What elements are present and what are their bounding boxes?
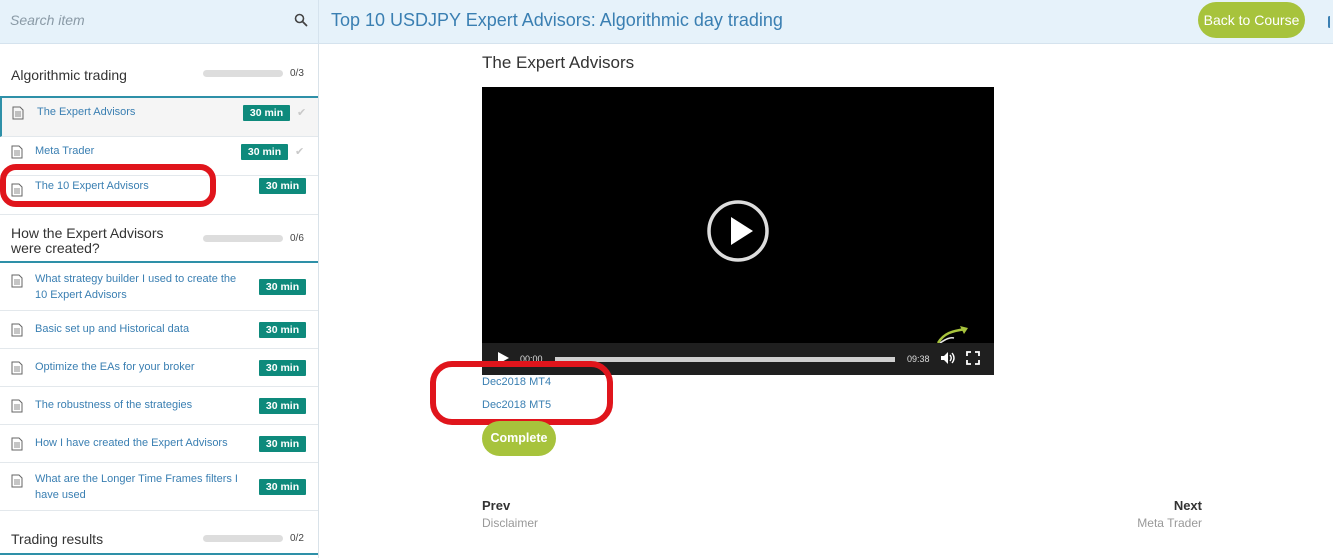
prev-lesson-title[interactable]: Disclaimer xyxy=(482,516,538,530)
lesson-title-line: have used xyxy=(35,489,86,501)
duration-badge: 30 min xyxy=(259,178,306,194)
duration-badge: 30 min xyxy=(259,436,306,452)
duration-badge: 30 min xyxy=(243,105,290,121)
lesson-title[interactable]: Meta Trader xyxy=(35,143,94,159)
section-progress-bar xyxy=(203,70,283,77)
document-icon xyxy=(11,323,23,337)
section-title: Trading results xyxy=(11,531,104,547)
lesson-item[interactable]: What are the Longer Time Frames filters … xyxy=(0,463,318,511)
check-icon: ✔ xyxy=(297,107,307,119)
section-title: Algorithmic trading xyxy=(11,67,127,83)
top-bar: Top 10 USDJPY Expert Advisors: Algorithm… xyxy=(0,0,1333,44)
complete-button[interactable]: Complete xyxy=(482,421,556,456)
lesson-item[interactable]: Basic set up and Historical data 30 min xyxy=(0,311,318,349)
duration-badge: 30 min xyxy=(259,322,306,338)
lesson-title[interactable]: How I have created the Expert Advisors xyxy=(35,435,228,451)
lesson-title[interactable]: Optimize the EAs for your broker xyxy=(35,359,195,375)
lesson-heading: The Expert Advisors xyxy=(482,53,635,72)
volume-icon[interactable] xyxy=(940,351,956,365)
document-icon xyxy=(11,399,23,413)
document-icon xyxy=(11,274,23,288)
section-title-line: were created? xyxy=(11,240,100,256)
section-progress-count: 0/2 xyxy=(290,533,304,544)
section-progress-count: 0/6 xyxy=(290,233,304,244)
section-header[interactable]: Trading results 0/2 xyxy=(0,511,318,555)
lesson-title[interactable]: What are the Longer Time Frames filters … xyxy=(35,471,238,503)
document-icon xyxy=(11,361,23,375)
lesson-title[interactable]: Basic set up and Historical data xyxy=(35,321,189,337)
check-icon: ✔ xyxy=(295,146,305,158)
video-player[interactable]: 00:00 09:38 xyxy=(482,87,994,375)
lesson-item[interactable]: Optimize the EAs for your broker 30 min xyxy=(0,349,318,387)
duration-badge: 30 min xyxy=(259,479,306,495)
lesson-title[interactable]: The robustness of the strategies xyxy=(35,397,192,413)
next-lesson-title[interactable]: Meta Trader xyxy=(1137,516,1202,530)
lesson-item[interactable]: The robustness of the strategies 30 min xyxy=(0,387,318,425)
section-progress-count: 0/3 xyxy=(290,68,304,79)
lesson-item[interactable]: How I have created the Expert Advisors 3… xyxy=(0,425,318,463)
play-icon[interactable] xyxy=(706,199,770,263)
lesson-title-line: What strategy builder I used to create t… xyxy=(35,273,237,285)
section-title-line: How the Expert Advisors xyxy=(11,225,164,241)
seek-bar[interactable] xyxy=(555,357,895,362)
duration-badge: 30 min xyxy=(259,360,306,376)
lesson-title-line: 10 Expert Advisors xyxy=(35,289,127,301)
search-area xyxy=(0,0,319,44)
lesson-item[interactable]: What strategy builder I used to create t… xyxy=(0,263,318,311)
lesson-title-line: What are the Longer Time Frames filters … xyxy=(35,473,238,485)
lesson-title[interactable]: What strategy builder I used to create t… xyxy=(35,271,236,303)
fullscreen-icon[interactable] xyxy=(966,351,980,365)
course-title: Top 10 USDJPY Expert Advisors: Algorithm… xyxy=(331,10,783,30)
edge-icon xyxy=(1328,16,1331,28)
duration-badge: 30 min xyxy=(259,279,306,295)
lesson-title[interactable]: The Expert Advisors xyxy=(37,104,135,120)
section-header[interactable]: How the Expert Advisors were created? 0/… xyxy=(0,215,318,263)
annotation-highlight xyxy=(0,164,216,207)
duration-badge: 30 min xyxy=(241,144,288,160)
document-icon xyxy=(11,437,23,451)
search-input[interactable] xyxy=(10,9,280,31)
section-header[interactable]: Algorithmic trading 0/3 xyxy=(0,44,318,98)
prev-label[interactable]: Prev xyxy=(482,498,510,513)
lesson-item[interactable]: The Expert Advisors 30 min ✔ xyxy=(0,98,318,137)
duration-time: 09:38 xyxy=(907,354,930,364)
next-label[interactable]: Next xyxy=(1174,498,1202,513)
section-progress-bar xyxy=(203,235,283,242)
section-title: How the Expert Advisors were created? xyxy=(11,226,164,256)
search-icon[interactable] xyxy=(294,13,308,27)
duration-badge: 30 min xyxy=(259,398,306,414)
document-icon xyxy=(12,106,24,120)
document-icon xyxy=(11,145,23,159)
annotation-highlight xyxy=(430,361,613,425)
curriculum-sidebar: Algorithmic trading 0/3 The Expert Advis… xyxy=(0,44,319,558)
section-progress-bar xyxy=(203,535,283,542)
document-icon xyxy=(11,474,23,488)
brand-logo-icon xyxy=(936,326,968,344)
back-to-course-button[interactable]: Back to Course xyxy=(1198,2,1305,38)
